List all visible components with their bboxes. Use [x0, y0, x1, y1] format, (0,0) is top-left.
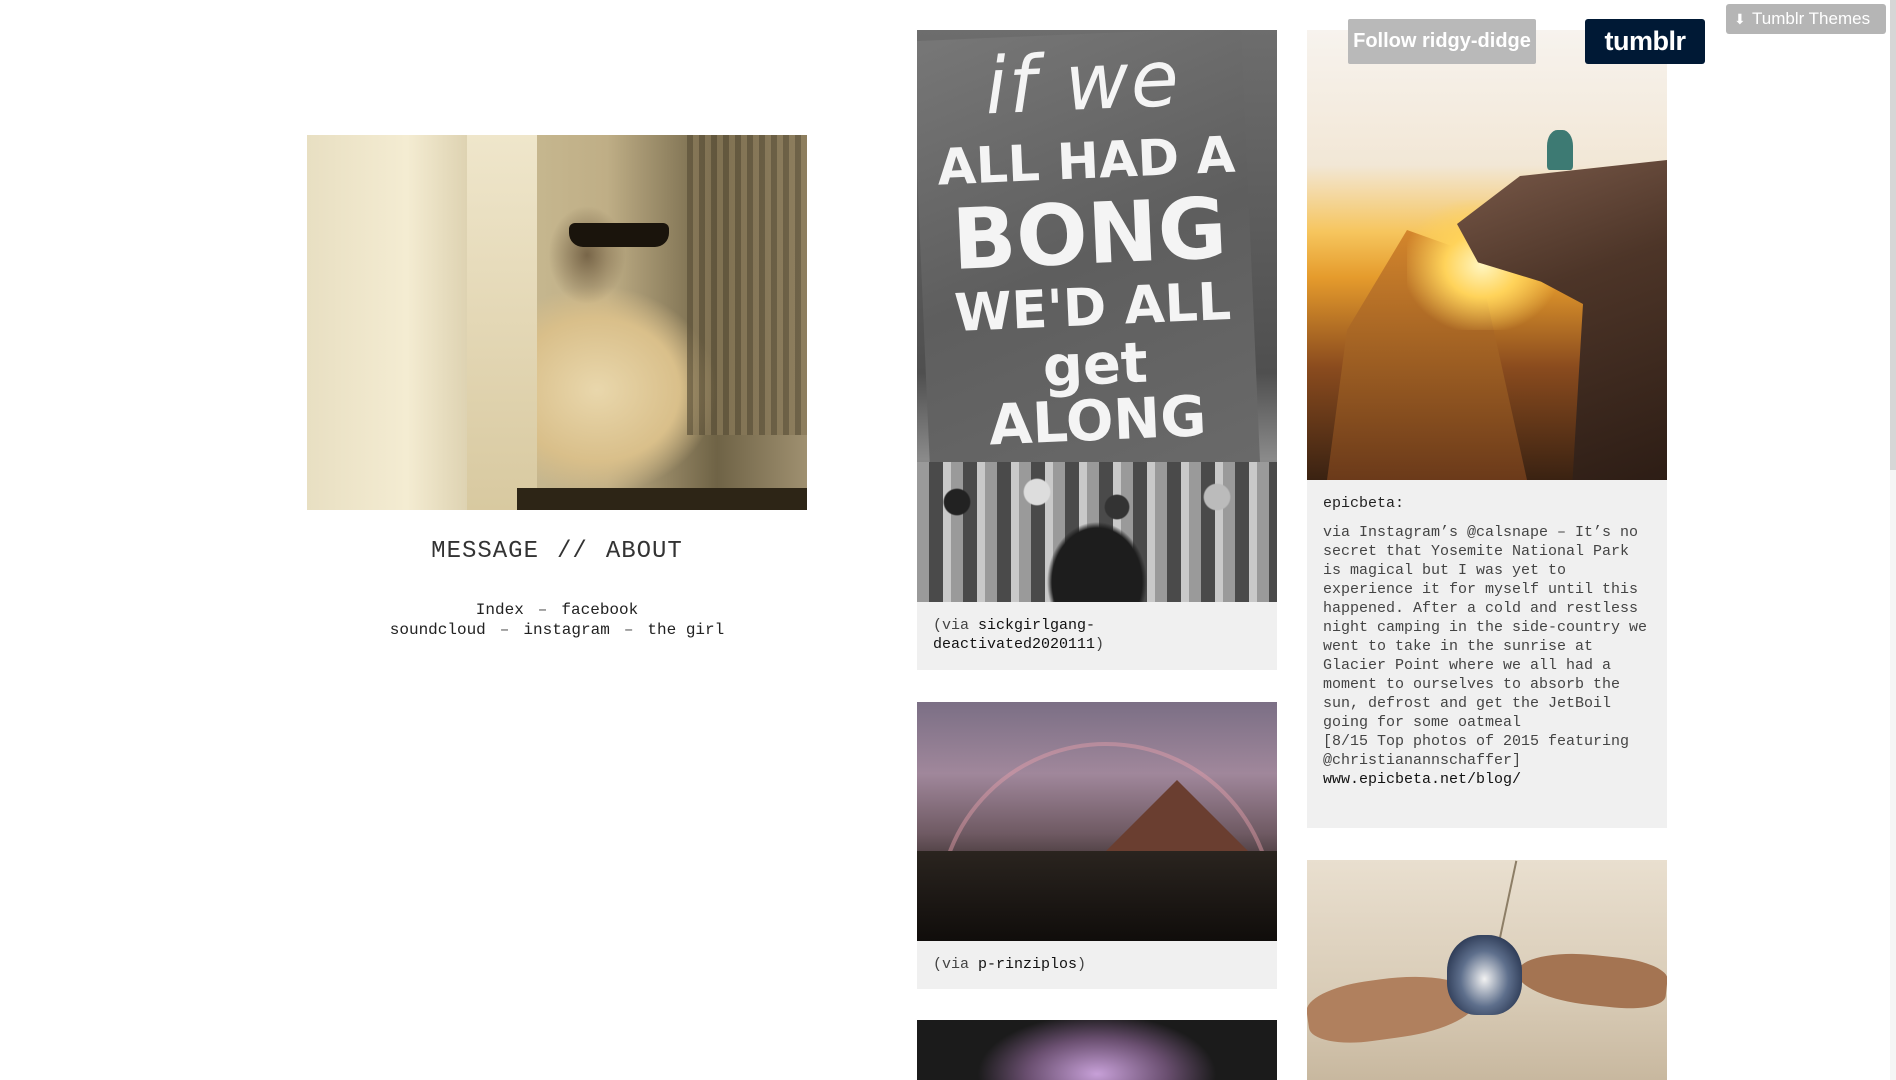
post-photo-protest-sign[interactable]: if we ALL HAD A BONG WE'D ALL get ALONG	[917, 30, 1277, 602]
photo-person	[1547, 130, 1573, 170]
instagram-link[interactable]: instagram	[523, 621, 609, 639]
photo-crowd	[917, 462, 1277, 602]
post-photo-tent[interactable]	[917, 1020, 1277, 1080]
sign-line: WE'D ALL	[953, 271, 1233, 344]
photo-table	[517, 488, 807, 510]
nav-links-row-2: soundcloud – instagram – the girl	[307, 620, 807, 640]
photo-right-hand	[1514, 947, 1667, 1013]
via-caption: (via sickgirlgang-deactivated2020111)	[917, 602, 1277, 654]
post-caption: (via p-rinziplos)	[917, 941, 1277, 989]
nav-dash: –	[499, 621, 510, 639]
about-link[interactable]: ABOUT	[606, 538, 683, 565]
the-girl-link[interactable]: the girl	[647, 621, 724, 639]
index-link[interactable]: Index	[476, 601, 524, 619]
sign-line: BONG	[950, 179, 1229, 289]
photo-kitten	[1447, 935, 1522, 1015]
facebook-link[interactable]: facebook	[561, 601, 638, 619]
post-photo-creation-kitten[interactable]	[1307, 860, 1667, 1080]
post-author[interactable]: epicbeta:	[1307, 480, 1667, 513]
soundcloud-link[interactable]: soundcloud	[390, 621, 486, 639]
nav-dash: –	[537, 601, 548, 619]
tumblr-blog-page: MESSAGE//ABOUT Index – facebook soundcloud…	[0, 0, 1896, 1080]
post-photo-yosemite[interactable]	[1307, 30, 1667, 480]
post-external-link[interactable]: www.epicbeta.net/blog/	[1307, 771, 1537, 788]
blog-avatar-photo	[307, 135, 807, 510]
sign-line: get ALONG	[987, 330, 1208, 459]
tumblr-themes-button[interactable]: ⬇ Tumblr Themes	[1726, 4, 1886, 34]
via-caption: (via p-rinziplos)	[917, 941, 1277, 974]
post-photo-rainbow-mountain[interactable]	[917, 702, 1277, 941]
photo-sunglasses	[569, 223, 669, 247]
photo-blinds	[687, 135, 807, 435]
sign-text: if we ALL HAD A BONG WE'D ALL get ALONG	[917, 33, 1264, 459]
post-body: via Instagram’s @calsnape – It’s no secr…	[1323, 524, 1648, 769]
sign-line: if we	[983, 33, 1183, 133]
secondary-nav: Index – facebook soundcloud – instagram – the …	[307, 600, 807, 640]
scrollbar-thumb[interactable]	[1890, 0, 1896, 470]
via-prefix: (via	[933, 956, 979, 973]
via-source-link[interactable]: p-rinziplos	[978, 956, 1077, 973]
follow-button[interactable]: Follow ridgy-didge	[1348, 19, 1536, 64]
photo-door	[467, 135, 537, 510]
tumblr-logo-button[interactable]: tumblr	[1585, 19, 1705, 64]
photo-valley	[917, 851, 1277, 941]
message-link[interactable]: MESSAGE	[431, 538, 539, 565]
primary-nav: MESSAGE // ABOUT	[307, 538, 807, 565]
photo-crack	[1498, 860, 1518, 940]
page-scrollbar[interactable]	[1890, 0, 1896, 1080]
post-caption: (via sickgirlgang-deactivated2020111)	[917, 602, 1277, 670]
nav-links-row-1: Index – facebook	[307, 600, 807, 620]
via-suffix: )	[1095, 636, 1105, 653]
download-icon: ⬇	[1734, 11, 1746, 27]
post-caption: epicbeta: via Instagram’s @calsnape – It…	[1307, 480, 1667, 828]
via-suffix: )	[1077, 956, 1087, 973]
tumblr-themes-label: Tumblr Themes	[1752, 9, 1871, 28]
nav-dash: –	[623, 621, 634, 639]
via-prefix: (via	[933, 617, 979, 634]
nav-separator: //	[557, 538, 588, 565]
